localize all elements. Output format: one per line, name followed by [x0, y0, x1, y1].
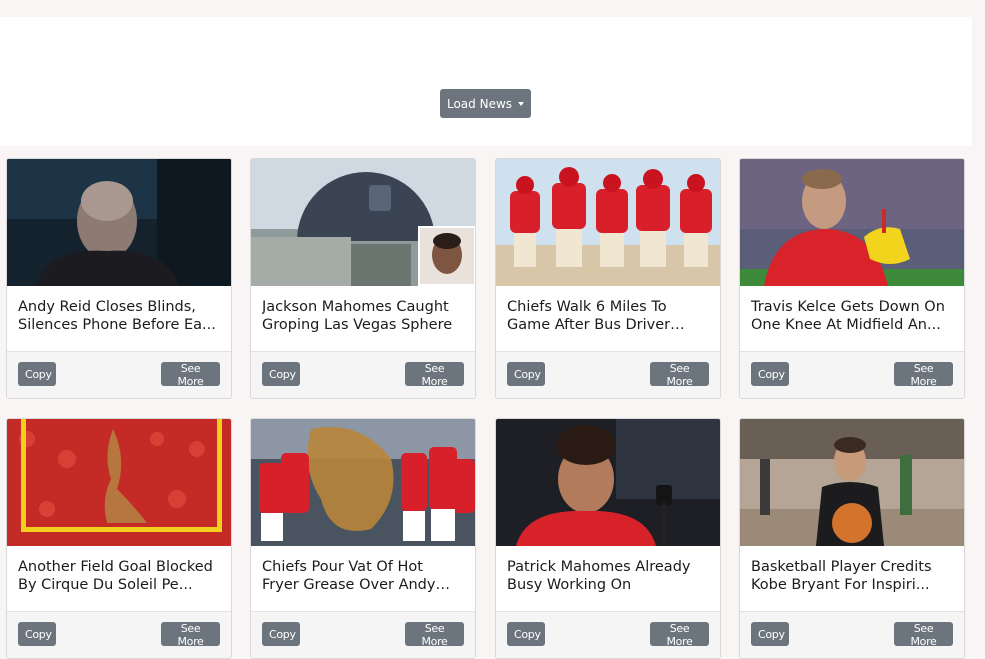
news-card: Andy Reid Closes Blinds, Silences Phone …: [6, 158, 232, 399]
news-title: Andy Reid Closes Blinds, Silences Phone …: [18, 299, 216, 333]
news-image[interactable]: [251, 159, 475, 286]
news-image[interactable]: [496, 419, 720, 546]
news-title: Patrick Mahomes Already Busy Working On: [507, 559, 691, 593]
see-more-button[interactable]: See More: [894, 622, 953, 648]
news-card-footer: Copy See More: [7, 612, 231, 658]
news-title: Chiefs Pour Vat Of Hot Fryer Grease Over…: [262, 559, 436, 593]
news-card-body: Patrick Mahomes Already Busy Working On: [496, 546, 720, 612]
news-title: Chiefs Walk 6 Miles To Game After Bus Dr…: [507, 299, 671, 333]
news-title: Basketball Player Credits Kobe Bryant Fo…: [751, 559, 932, 593]
news-title: Another Field Goal Blocked By Cirque Du …: [18, 559, 213, 593]
news-title: Jackson Mahomes Caught Groping Las Vegas…: [262, 299, 453, 333]
news-card: Patrick Mahomes Already Busy Working On …: [495, 418, 721, 659]
copy-button[interactable]: Copy: [262, 622, 300, 646]
copy-button[interactable]: Copy: [751, 622, 789, 646]
news-card-footer: Copy See More: [740, 352, 964, 398]
news-card: Another Field Goal Blocked By Cirque Du …: [6, 418, 232, 659]
load-news-label: Load News: [446, 96, 513, 111]
copy-button[interactable]: Copy: [262, 362, 300, 386]
copy-button[interactable]: Copy: [751, 362, 789, 386]
news-image[interactable]: [740, 159, 964, 286]
news-card-footer: Copy See More: [7, 352, 231, 398]
news-card-body: Another Field Goal Blocked By Cirque Du …: [7, 546, 231, 612]
news-image[interactable]: [7, 419, 231, 546]
see-more-button[interactable]: See More: [405, 622, 464, 648]
news-card: Travis Kelce Gets Down On One Knee At Mi…: [739, 158, 965, 399]
news-image[interactable]: [7, 159, 231, 286]
see-more-button[interactable]: See More: [894, 362, 953, 388]
see-more-button[interactable]: See More: [650, 622, 709, 648]
news-card-body: Jackson Mahomes Caught Groping Las Vegas…: [251, 286, 475, 352]
news-card-footer: Copy See More: [740, 612, 964, 658]
header-panel: [0, 17, 972, 146]
see-more-button[interactable]: See More: [650, 362, 709, 388]
news-card: Jackson Mahomes Caught Groping Las Vegas…: [250, 158, 476, 399]
copy-button[interactable]: Copy: [507, 362, 545, 386]
news-card-footer: Copy See More: [251, 612, 475, 658]
news-card-body: Chiefs Pour Vat Of Hot Fryer Grease Over…: [251, 546, 475, 612]
copy-button[interactable]: Copy: [18, 362, 56, 386]
news-card-body: Chiefs Walk 6 Miles To Game After Bus Dr…: [496, 286, 720, 352]
load-news-button[interactable]: Load News: [440, 89, 531, 118]
news-card-body: Andy Reid Closes Blinds, Silences Phone …: [7, 286, 231, 352]
news-image[interactable]: [251, 419, 475, 546]
news-card-footer: Copy See More: [496, 612, 720, 658]
news-card: Chiefs Pour Vat Of Hot Fryer Grease Over…: [250, 418, 476, 659]
news-title: Travis Kelce Gets Down On One Knee At Mi…: [751, 299, 945, 333]
news-card: Chiefs Walk 6 Miles To Game After Bus Dr…: [495, 158, 721, 399]
copy-button[interactable]: Copy: [18, 622, 56, 646]
see-more-button[interactable]: See More: [161, 622, 220, 648]
see-more-button[interactable]: See More: [161, 362, 220, 388]
see-more-button[interactable]: See More: [405, 362, 464, 388]
news-card-body: Travis Kelce Gets Down On One Knee At Mi…: [740, 286, 964, 352]
news-card-footer: Copy See More: [496, 352, 720, 398]
copy-button[interactable]: Copy: [507, 622, 545, 646]
news-image[interactable]: [740, 419, 964, 546]
news-image[interactable]: [496, 159, 720, 286]
news-card-body: Basketball Player Credits Kobe Bryant Fo…: [740, 546, 964, 612]
chevron-down-icon: [518, 102, 525, 106]
news-card-footer: Copy See More: [251, 352, 475, 398]
news-card: Basketball Player Credits Kobe Bryant Fo…: [739, 418, 965, 659]
